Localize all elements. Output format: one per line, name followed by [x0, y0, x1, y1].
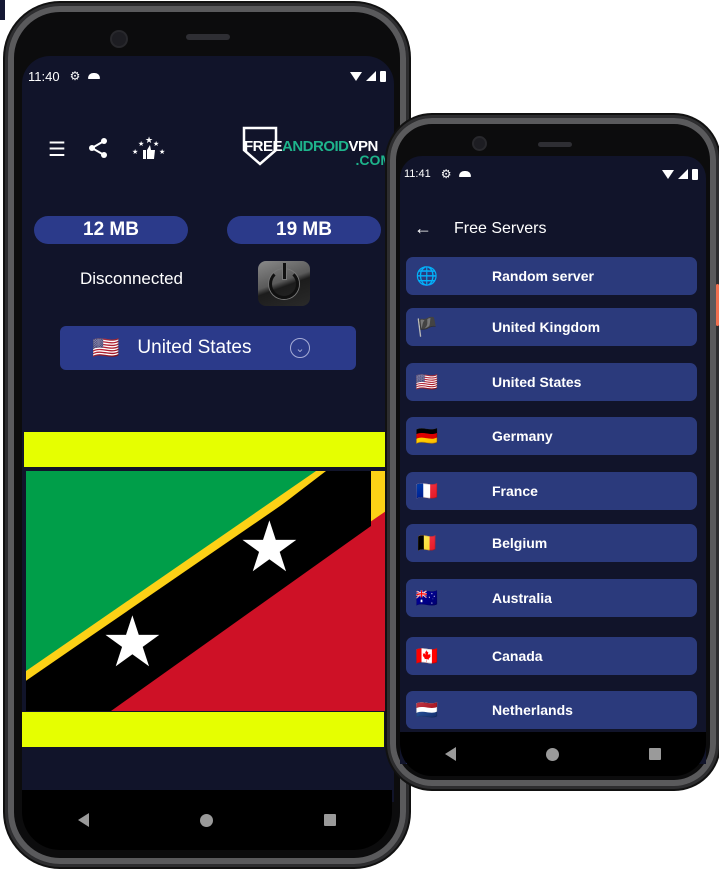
nav-recents-button[interactable] [324, 814, 337, 826]
status-time: 11:40 [28, 68, 60, 84]
rate-stars-icon[interactable]: ★ ★ ★ ★ ★ [130, 134, 166, 166]
server-item[interactable]: 🇺🇸 United States [406, 363, 697, 401]
status-time: 11:41 [404, 168, 431, 180]
cloud-icon [88, 73, 101, 79]
server-name: Germany [492, 428, 553, 444]
flag-icon: 🇨🇦 [415, 645, 439, 666]
logo-android: ANDROID [282, 138, 349, 155]
svg-text:★: ★ [153, 140, 159, 148]
speaker-grille [186, 34, 230, 40]
globe-icon: 🌐 [415, 265, 439, 286]
list-icon[interactable]: ☰ [48, 140, 66, 160]
front-camera [112, 32, 126, 46]
flag-star-lower: ★ [101, 603, 164, 681]
battery-icon [380, 70, 386, 82]
nav-back-button[interactable] [445, 747, 456, 761]
status-bar: 11:41 ⚙ [400, 156, 706, 192]
signal-icon [366, 71, 376, 81]
flag-icon: 🇫🇷 [415, 480, 439, 501]
speaker-grille [538, 142, 572, 147]
selected-country: United States [137, 337, 252, 358]
server-name: Random server [492, 268, 594, 284]
country-selector[interactable]: 🇺🇸 United States ⌄ [60, 326, 356, 370]
logo-free: FREE [244, 138, 283, 155]
server-name: Canada [492, 648, 543, 664]
server-item[interactable]: 🏴 United Kingdom [406, 308, 697, 346]
upload-traffic: 19 MB [227, 216, 381, 244]
flag-icon: 🇧🇪 [415, 532, 439, 553]
server-item[interactable]: 🇦🇺 Australia [406, 579, 697, 617]
logo-com: .COM [355, 152, 392, 168]
banner-stripe-top [24, 432, 386, 467]
cloud-icon [459, 171, 472, 177]
nav-home-button[interactable] [546, 747, 559, 761]
flag-icon: 🏴 [415, 316, 439, 337]
svg-text:★: ★ [132, 148, 138, 156]
server-item[interactable]: 🇩🇪 Germany [406, 417, 697, 455]
svg-text:★: ★ [145, 135, 153, 145]
gear-icon: ⚙ [440, 167, 452, 181]
nav-home-button[interactable] [199, 813, 213, 827]
power-button[interactable] [258, 261, 310, 306]
server-name: France [492, 483, 538, 499]
back-arrow-icon[interactable]: ← [414, 218, 432, 239]
flag-icon: 🇦🇺 [415, 587, 439, 608]
wifi-icon [350, 71, 362, 81]
toolbar: ☰ ★ ★ ★ ★ ★ [48, 134, 166, 166]
connection-status: Disconnected [80, 269, 184, 288]
flag-icon: 🇩🇪 [415, 425, 439, 446]
server-item[interactable]: 🇫🇷 France [406, 472, 697, 510]
server-name: United States [492, 374, 582, 390]
flag-star-upper: ★ [238, 508, 301, 586]
right-phone: 11:41 ⚙ ← Free Servers 🌐 Random server 🏴 U… [390, 118, 719, 786]
battery-icon [692, 168, 698, 180]
left-phone: 11:40 ⚙ ☰ ★ ★ ★ ★ ★ FREEANDROIDVPN .COM … [8, 6, 406, 864]
server-item[interactable]: 🇧🇪 Belgium [406, 524, 697, 562]
svg-text:★: ★ [159, 148, 165, 156]
server-item[interactable]: 🇳🇱 Netherlands [406, 691, 697, 729]
app-logo: FREEANDROIDVPN .COM [240, 126, 394, 170]
nav-recents-button[interactable] [649, 748, 661, 760]
wifi-icon [662, 169, 674, 179]
flag-icon: 🇳🇱 [415, 699, 439, 720]
server-name: United Kingdom [492, 319, 601, 335]
servers-screen: 11:41 ⚙ ← Free Servers 🌐 Random server 🏴 U… [400, 156, 706, 764]
power-icon [269, 262, 299, 299]
us-flag-icon: 🇺🇸 [92, 335, 120, 360]
page-title: Free Servers [454, 219, 547, 237]
main-screen: 11:40 ⚙ ☰ ★ ★ ★ ★ ★ FREEANDROIDVPN .COM … [22, 56, 394, 802]
servers-header: ← Free Servers [414, 218, 546, 239]
signal-icon [678, 169, 688, 179]
front-camera [474, 138, 485, 149]
nav-bar [400, 732, 706, 776]
server-item[interactable]: 🇨🇦 Canada [406, 637, 697, 675]
banner-stripe-bottom [22, 712, 384, 747]
nav-back-button[interactable] [77, 813, 89, 827]
gear-icon: ⚙ [69, 69, 81, 83]
nav-bar [22, 790, 392, 850]
server-name: Belgium [492, 535, 548, 551]
corner-mark [0, 0, 5, 20]
flag-icon: 🇺🇸 [415, 371, 439, 392]
download-traffic: 12 MB [34, 216, 188, 244]
chevron-down-circle-icon: ⌄ [290, 338, 310, 358]
status-bar: 11:40 ⚙ [22, 56, 394, 96]
saint-kitts-flag-banner[interactable]: ★ ★ [26, 471, 386, 711]
svg-text:★: ★ [138, 140, 144, 148]
share-icon[interactable] [88, 137, 108, 163]
server-name: Netherlands [492, 702, 573, 718]
server-name: Australia [492, 590, 552, 606]
server-item[interactable]: 🌐 Random server [406, 257, 697, 295]
